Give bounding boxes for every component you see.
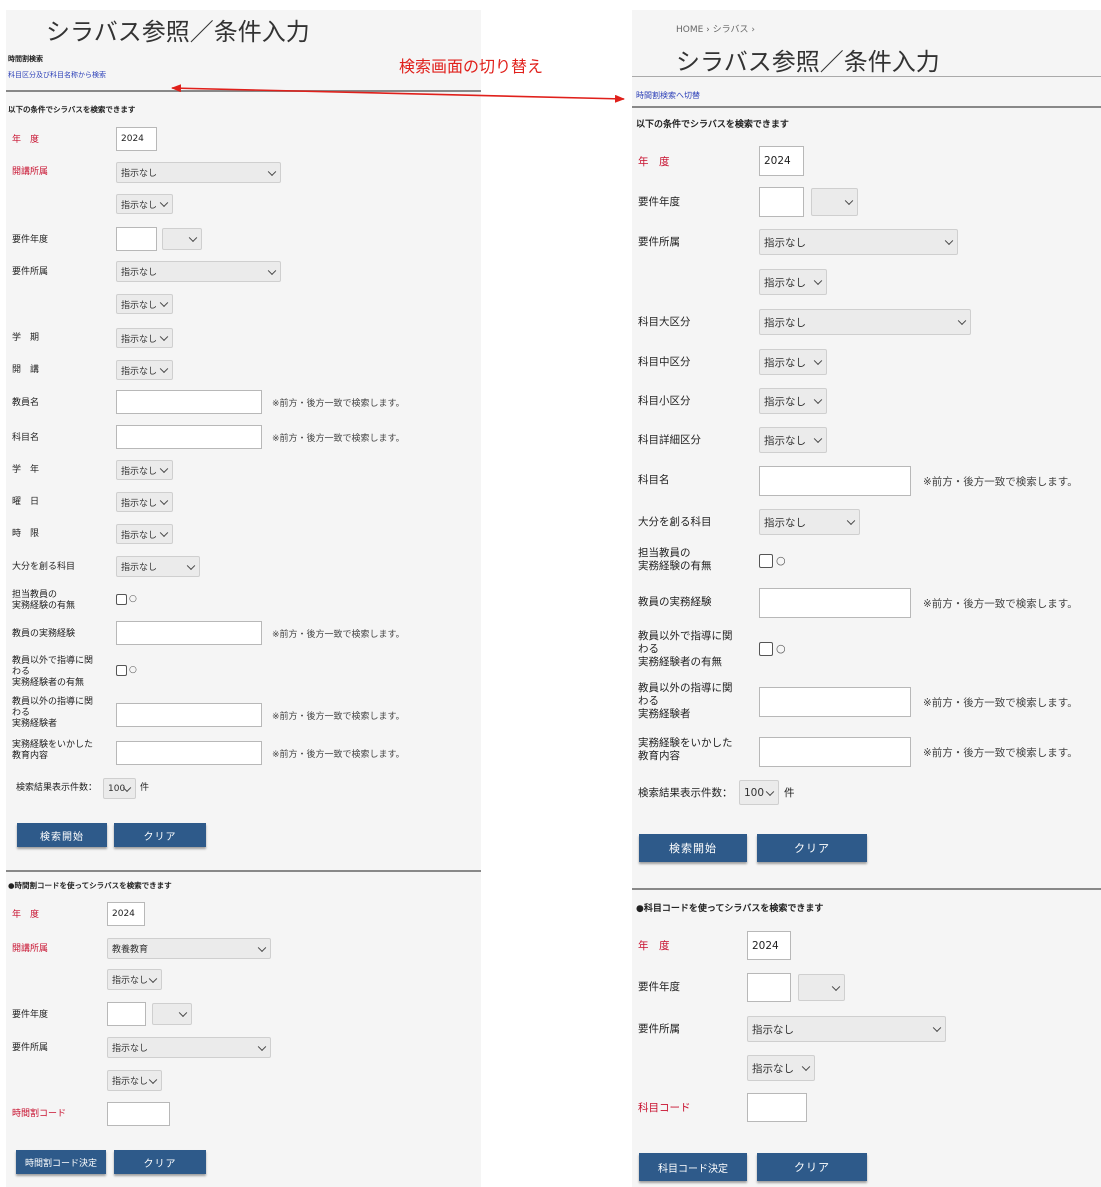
annotation-arrow [171,84,625,103]
